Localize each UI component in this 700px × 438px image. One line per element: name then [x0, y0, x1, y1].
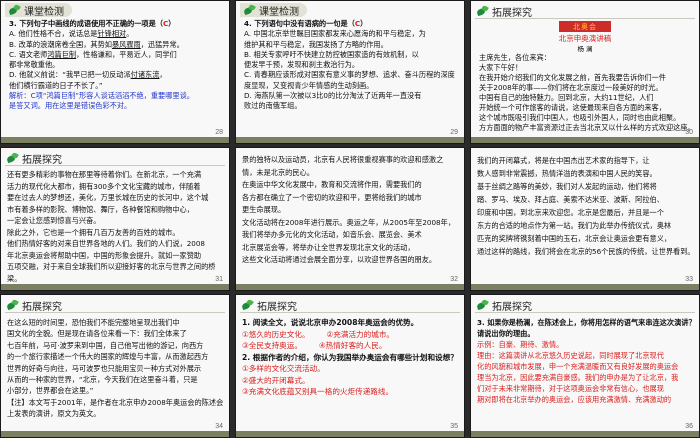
- slide-number: 34: [215, 423, 223, 430]
- slide-number: 33: [685, 276, 693, 283]
- slide-header: 拓展探究: [22, 301, 62, 313]
- slide-header: 拓展探究: [257, 301, 297, 313]
- slide-header-row: 拓展探究: [242, 298, 297, 313]
- slide-header: 课堂检测: [259, 6, 299, 18]
- slide-thumbnail[interactable]: 课堂检测 4. 下列语句中没有语病的一句是（C） A. 中国北京举世瞩目国家都发…: [235, 0, 465, 144]
- slide-number: 29: [450, 129, 458, 136]
- slide-text: 在这么短的时间里，恐怕我们不能完整地呈现出我们中 国文化的全貌。但是现在请各位来…: [7, 317, 227, 420]
- question-3: 3. 如果你是杨澜，在陈述会上，你将用怎样的语气来串连这次演讲？请说出你的理由。: [477, 318, 696, 338]
- header-divider: [5, 165, 225, 166]
- slide-text: 3. 如果你是杨澜，在陈述会上，你将用怎样的语气来串连这次演讲？请说出你的理由。…: [477, 318, 696, 404]
- slide-number: 30: [685, 129, 693, 136]
- slide-footer-bar: [236, 137, 464, 143]
- leaf-icon: [244, 5, 256, 16]
- slide-footer-bar: [1, 137, 229, 143]
- author-note: 【注】本文写于2001年，是作者在北京申办2008年奥运会的陈述会上发表的演讲，…: [7, 397, 224, 419]
- slide-grid: 课堂检测 3. 下列句子中画线的成语使用不正确的一项是（C） A. 他们性格不合…: [0, 0, 700, 438]
- leaf-icon: [477, 300, 489, 311]
- slide-header: 拓展探究: [492, 7, 532, 19]
- header-divider: [475, 312, 695, 313]
- slide-header: 课堂检测: [24, 6, 64, 18]
- slide-thumbnail[interactable]: 课堂检测 3. 下列句子中画线的成语使用不正确的一项是（C） A. 他们性格不合…: [0, 0, 230, 144]
- header-divider: [475, 18, 695, 19]
- slide-thumbnail[interactable]: 拓展探究 3. 如果你是杨澜，在陈述会上，你将用怎样的语气来串连这次演讲？请说出…: [470, 294, 700, 438]
- slide-footer-bar: [236, 431, 464, 437]
- question-2: 2. 根据作者的介绍，你认为我国举办奥运会有哪些计划和设想？: [242, 352, 458, 362]
- slide-text: 主席先生，各位来宾： 大家下午好！ 在我开始介绍我们的文化发展之前，首先我要告诉…: [479, 53, 695, 132]
- leaf-icon: [7, 300, 19, 311]
- slide-number: 36: [685, 423, 693, 430]
- leaf-icon: [242, 300, 254, 311]
- leaf-icon: [9, 5, 21, 16]
- question-1: 1. 阅读全文，说说北京申办2008年奥运会的优势。: [242, 318, 419, 327]
- slide-text: 景的独特以及运动员，北京有人民将很重视赛事的欢迎和感激之 情，未是北京的民心。 …: [242, 155, 456, 264]
- slide-header: 拓展探究: [492, 301, 532, 313]
- slide-header-tab: 课堂检测: [240, 3, 307, 18]
- header-divider: [5, 312, 225, 313]
- leaf-icon: [7, 153, 19, 164]
- slide-thumbnail[interactable]: 景的独特以及运动员，北京有人民将很重视赛事的欢迎和感激之 情，未是北京的民心。 …: [235, 147, 465, 291]
- slide-header-row: 拓展探究: [7, 298, 62, 313]
- slide-thumbnail[interactable]: 拓展探究 1. 阅读全文，说说北京申办2008年奥运会的优势。 ①悠久的历史文化…: [235, 294, 465, 438]
- slide-text: 我们的开闭幕式，将是在中国杰出艺术家的指导下，让 数人感到非常震撼，热情洋溢的表…: [477, 156, 695, 256]
- slide-header-row: 拓展探究: [477, 4, 532, 19]
- olympic-bid-logo: 北奥会: [559, 21, 611, 32]
- slide-text: 3. 下列句子中画线的成语使用不正确的一项是（C） A. 他们性格不合，说话总是…: [9, 19, 194, 111]
- slide-footer-bar: [1, 284, 229, 290]
- slide-thumbnail[interactable]: 拓展探究 在这么短的时间里，恐怕我们不能完整地呈现出我们中 国文化的全貌。但是现…: [0, 294, 230, 438]
- slide-footer-bar: [1, 431, 229, 437]
- slide-footer-bar: [236, 284, 464, 290]
- header-divider: [240, 312, 460, 313]
- slide-text: 4. 下列语句中没有语病的一句是（C） A. 中国北京举世瞩目国家都发来心愿海的…: [244, 19, 455, 111]
- slide-thumbnail[interactable]: 拓展探究 北奥会 北京申奥演讲稿 杨 澜 主席先生，各位来宾： 大家下午好！ 在…: [470, 0, 700, 144]
- slide-footer-bar: [471, 284, 699, 290]
- slide-number: 31: [215, 276, 223, 283]
- slide-footer-bar: [471, 431, 699, 437]
- slide-text: 还有更多精彩的事物在那里等待着你们。在新北京，一个充满 活力的现代化大都市，拥有…: [7, 170, 216, 283]
- slide-header: 拓展探究: [22, 154, 62, 166]
- slide-number: 32: [450, 276, 458, 283]
- speech-author: 杨 澜: [577, 45, 593, 53]
- slide-header-tab: 课堂检测: [5, 3, 72, 18]
- slide-number: 35: [450, 423, 458, 430]
- slide-header-row: 拓展探究: [477, 298, 532, 313]
- leaf-icon: [477, 6, 489, 17]
- slide-number: 28: [215, 129, 223, 136]
- slide-thumbnail[interactable]: 我们的开闭幕式，将是在中国杰出艺术家的指导下，让 数人感到非常震撼，热情洋溢的表…: [470, 147, 700, 291]
- slide-footer-bar: [471, 137, 699, 143]
- slide-thumbnail[interactable]: 拓展探究 还有更多精彩的事物在那里等待着你们。在新北京，一个充满 活力的现代化大…: [0, 147, 230, 291]
- slide-header-row: 拓展探究: [7, 151, 62, 166]
- slide-text: 1. 阅读全文，说说北京申办2008年奥运会的优势。 ①悠久的历史文化。 ②充满…: [242, 317, 462, 398]
